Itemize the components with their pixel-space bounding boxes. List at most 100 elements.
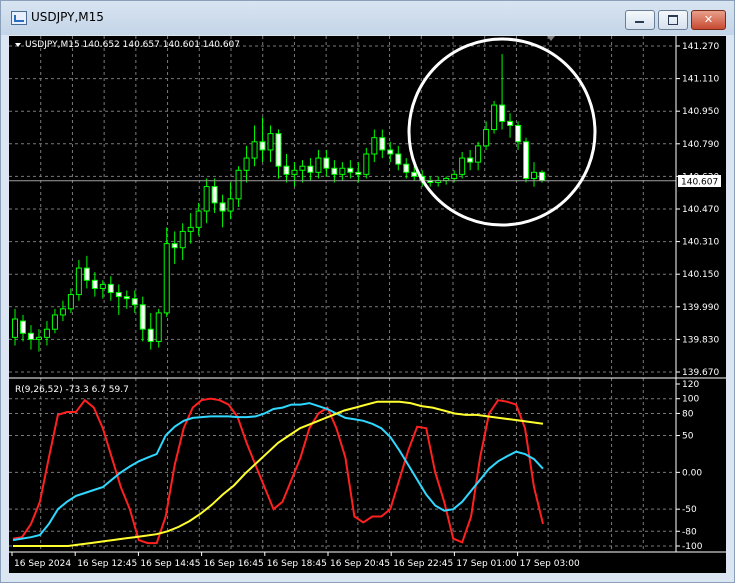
- indicator-line-r9: [12, 397, 544, 545]
- indicator-series: [12, 397, 544, 547]
- candle-bear: [515, 124, 522, 143]
- candle-bull: [251, 141, 258, 159]
- current-price-label: 140.607: [681, 178, 718, 188]
- candle-bull: [179, 230, 186, 249]
- candle-bear: [91, 279, 98, 289]
- candle-bull: [59, 308, 66, 316]
- window-title: USDJPY,M15: [31, 10, 104, 24]
- price-tick-label: 141.270: [682, 42, 719, 52]
- indicator-tick-label: 80: [682, 409, 694, 419]
- price-tick-label: 139.830: [682, 335, 719, 345]
- candle-bear: [139, 304, 146, 330]
- price-tick-label: 140.790: [682, 140, 719, 150]
- candle-bull: [339, 167, 346, 175]
- candle-bull: [475, 145, 482, 163]
- price-tick-label: 140.310: [682, 238, 719, 248]
- minimize-button[interactable]: [625, 10, 655, 30]
- candle-bull: [163, 243, 170, 314]
- chart-app-icon: [11, 11, 27, 25]
- candle-bull: [243, 157, 250, 171]
- indicator-tick-label: 0.00: [682, 468, 702, 478]
- indicator-info: R(9,26,52) -73.3 6.7 59.7: [15, 385, 129, 395]
- candle-bull: [483, 129, 490, 147]
- candle-bull: [227, 198, 234, 212]
- candle-bull: [35, 336, 42, 340]
- candle-bull: [187, 226, 194, 232]
- indicator-tick-label: -80: [682, 527, 697, 537]
- candle-bull: [443, 177, 450, 181]
- time-tick-label: 17 Sep 01:00: [456, 559, 516, 569]
- candle-bull: [371, 137, 378, 155]
- price-tick-label: 140.150: [682, 270, 719, 280]
- chart-window: USDJPY,M15 ✕ 141.270 141.110 140.950 140.79…: [0, 0, 735, 583]
- candle-bear: [411, 171, 418, 177]
- candle-bear: [107, 283, 114, 294]
- time-tick-label: 16 Sep 22:45: [393, 559, 453, 569]
- minimize-icon: [635, 21, 644, 23]
- candle-bear: [259, 141, 266, 151]
- close-icon: ✕: [703, 13, 714, 26]
- candle-bull: [43, 328, 50, 338]
- time-tick-label: 16 Sep 14:45: [140, 559, 200, 569]
- candle-bull: [195, 210, 202, 228]
- candle-bear: [123, 296, 130, 300]
- indicator-axis: 120 100 80 50 0.00 -50 -80 -100: [676, 380, 703, 552]
- price-axis: 141.270141.110140.950140.790140.630140.4…: [676, 42, 719, 378]
- indicator-tick-label: 50: [682, 432, 694, 442]
- candle-bull: [12, 318, 18, 338]
- indicator-tick-label: -100: [682, 542, 703, 552]
- chart-canvas[interactable]: 141.270141.110140.950140.790140.630140.4…: [9, 36, 726, 573]
- candle-bear: [171, 243, 178, 249]
- candle-bear: [347, 167, 354, 173]
- candle-bear: [131, 298, 138, 306]
- candle-bear: [19, 320, 26, 334]
- price-tick-label: 141.110: [682, 75, 719, 85]
- maximize-icon: [668, 15, 678, 25]
- candle-bear: [147, 328, 154, 342]
- close-button[interactable]: ✕: [691, 10, 726, 30]
- chart-area[interactable]: 141.270141.110140.950140.790140.630140.4…: [9, 36, 726, 573]
- candle-bear: [27, 332, 34, 340]
- candle-bear: [403, 163, 410, 173]
- price-tick-label: 139.990: [682, 303, 719, 313]
- candle-bull: [267, 133, 274, 151]
- grid-lines: [9, 36, 675, 552]
- candle-bull: [99, 283, 106, 289]
- indicator-tick-label: 120: [682, 380, 699, 390]
- candle-bear: [523, 141, 530, 179]
- candle-bull: [531, 171, 538, 179]
- candle-bull: [155, 312, 162, 342]
- candle-bear: [283, 165, 290, 175]
- candle-bear: [395, 153, 402, 165]
- candle-bear: [323, 157, 330, 169]
- price-tick-label: 140.470: [682, 205, 719, 215]
- candle-bull: [451, 173, 458, 179]
- candle-bear: [83, 267, 90, 281]
- candle-bear: [211, 186, 218, 204]
- time-tick-label: 16 Sep 16:45: [204, 559, 264, 569]
- price-tick-label: 140.950: [682, 107, 719, 117]
- candle-bull: [299, 165, 306, 171]
- main-chart-info: USDJPY,M15 140.652 140.657 140.601 140.6…: [25, 40, 240, 50]
- indicator-line-r52: [13, 400, 544, 547]
- candle-bull: [75, 267, 82, 296]
- candle-bull: [203, 186, 210, 212]
- title-bar[interactable]: USDJPY,M15 ✕: [1, 1, 734, 35]
- time-tick-label: 16 Sep 12:45: [77, 559, 137, 569]
- candle-bear: [219, 202, 226, 212]
- time-tick-label: 17 Sep 03:00: [520, 559, 580, 569]
- candle-bull: [491, 104, 498, 131]
- indicator-line-r26: [12, 402, 544, 542]
- candle-bear: [467, 157, 474, 163]
- maximize-button[interactable]: [658, 10, 688, 30]
- candle-bear: [307, 165, 314, 173]
- candle-bear: [499, 104, 506, 122]
- candle-bear: [539, 171, 545, 181]
- candle-bear: [355, 171, 362, 175]
- price-tick-label: 139.670: [682, 368, 719, 378]
- candle-bear: [387, 149, 394, 155]
- candle-bull: [459, 157, 466, 175]
- candle-bull: [291, 169, 298, 175]
- candle-bull: [363, 153, 370, 175]
- candle-bull: [67, 294, 74, 310]
